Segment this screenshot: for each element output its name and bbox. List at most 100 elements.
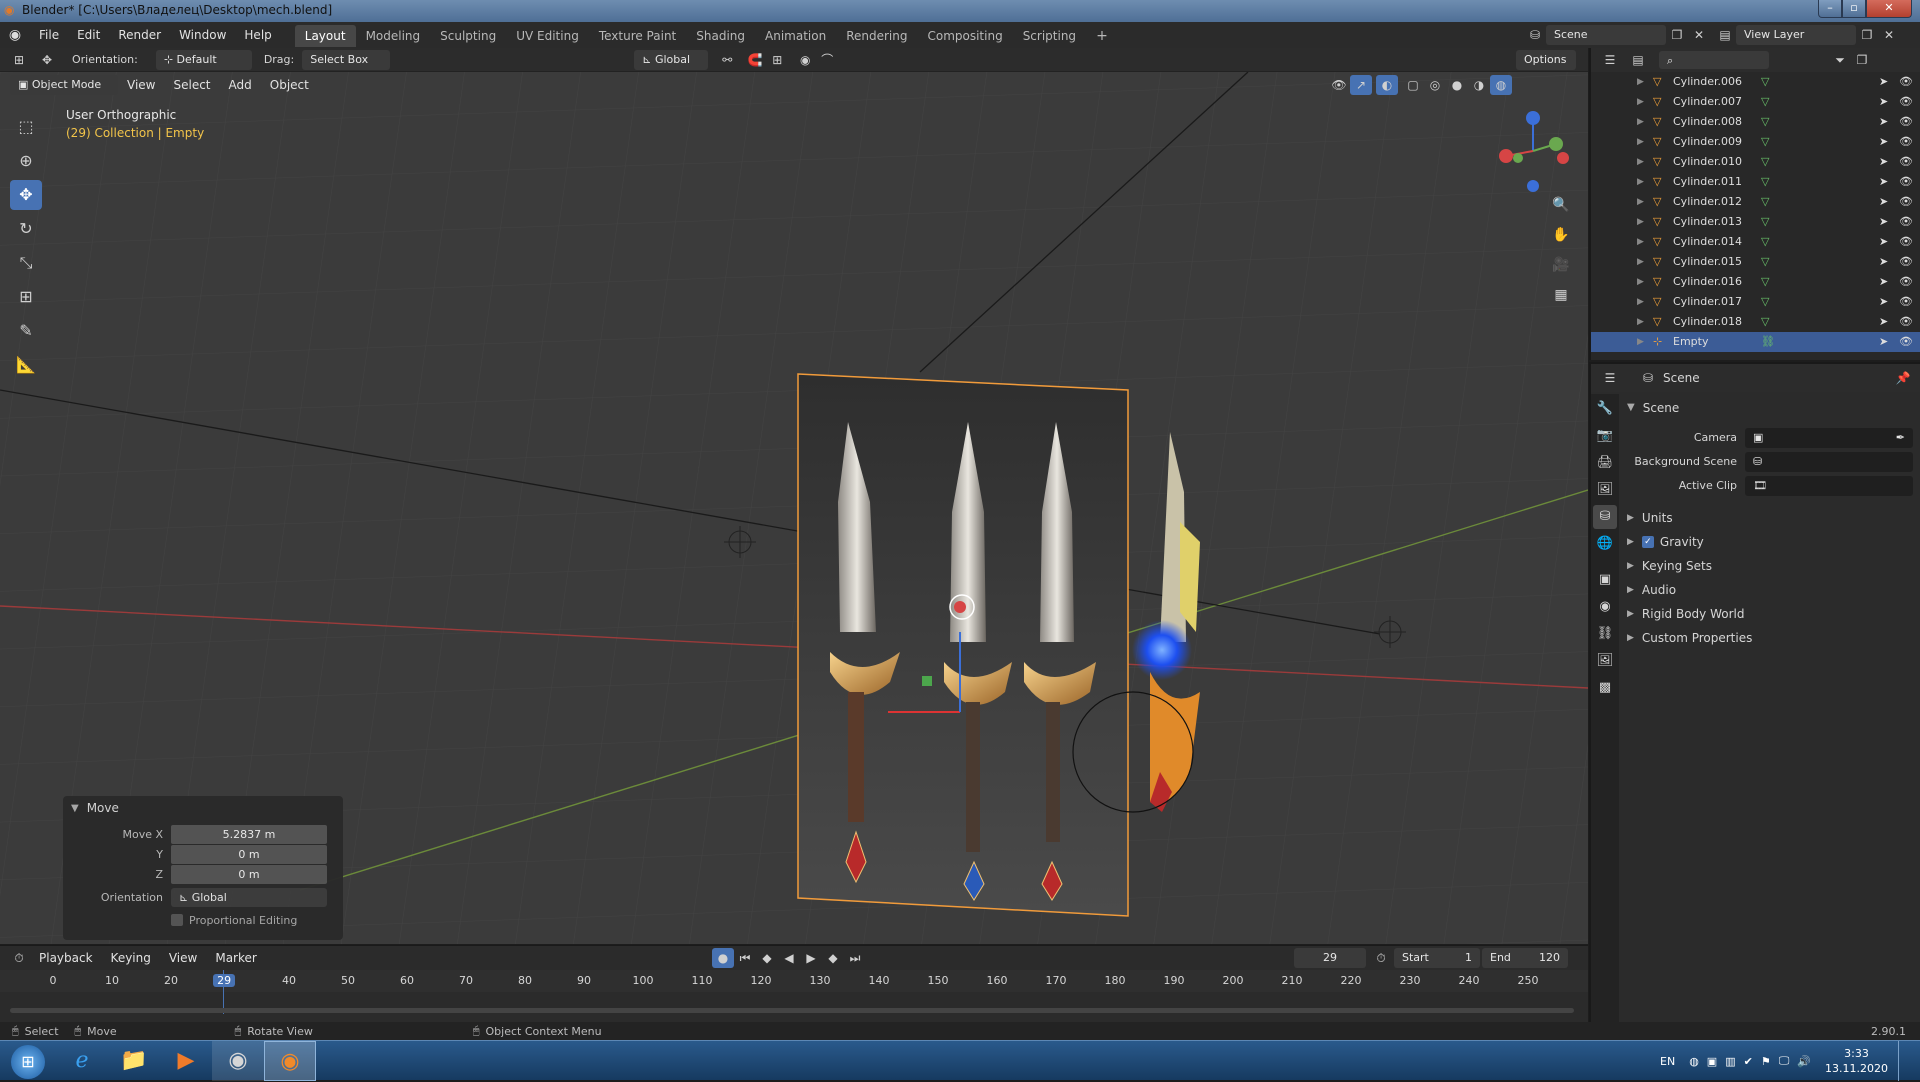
end-frame-field[interactable]: End 120: [1482, 948, 1568, 968]
selectable-toggle-icon[interactable]: ➤: [1879, 212, 1888, 232]
timeline-menu-keying[interactable]: Keying: [102, 946, 160, 970]
drag-dropdown[interactable]: Select Box: [302, 49, 391, 70]
outliner-item[interactable]: ▶ ▽ Cylinder.007 ▽ ➤ 👁: [1591, 92, 1920, 112]
render-tab-icon[interactable]: 📷: [1593, 424, 1617, 448]
show-desktop-button[interactable]: [1898, 1041, 1910, 1081]
viewport-menu-add[interactable]: Add: [220, 74, 261, 96]
timeline-editor[interactable]: ⏱ Playback Keying View Marker ● ⏮ ◆ ◀ ▶ …: [0, 945, 1588, 1023]
subpanel-units[interactable]: ▶ Units: [1627, 506, 1917, 530]
blender-menu-icon[interactable]: ◉: [0, 27, 30, 43]
delete-view-layer-icon[interactable]: ✕: [1878, 25, 1900, 45]
menu-file[interactable]: File: [30, 22, 68, 48]
tab-shading[interactable]: Shading: [686, 25, 755, 47]
outliner-item[interactable]: ▶ ▽ Cylinder.018 ▽ ➤ 👁: [1591, 312, 1920, 332]
menu-render[interactable]: Render: [109, 22, 170, 48]
visibility-eye-icon[interactable]: 👁: [1899, 332, 1913, 352]
mode-dropdown[interactable]: ▣ Object Mode: [10, 75, 118, 95]
expand-arrow-icon[interactable]: ▶: [1637, 292, 1644, 312]
tab-modeling[interactable]: Modeling: [356, 25, 431, 47]
scale-tool-icon[interactable]: ⤡: [10, 248, 42, 278]
physics-tab-icon[interactable]: ◉: [1593, 595, 1617, 619]
cursor-tool-icon[interactable]: ⊕: [10, 146, 42, 176]
selectable-toggle-icon[interactable]: ➤: [1879, 232, 1888, 252]
camera-field[interactable]: ▣ ✒: [1745, 428, 1913, 448]
timeline-menu-marker[interactable]: Marker: [206, 946, 265, 970]
selectable-toggle-icon[interactable]: ➤: [1879, 172, 1888, 192]
pivot-point-icon[interactable]: ⚯: [716, 50, 738, 70]
jump-keyframe-forward-icon[interactable]: ◆: [822, 948, 844, 968]
tray-nvidia-icon[interactable]: ▣: [1707, 1055, 1717, 1068]
visibility-eye-icon[interactable]: 👁: [1899, 132, 1913, 152]
subpanel-keying-sets[interactable]: ▶ Keying Sets: [1627, 554, 1917, 578]
outliner-item[interactable]: ▶ ▽ Cylinder.017 ▽ ➤ 👁: [1591, 292, 1920, 312]
current-frame-field[interactable]: 29: [1294, 948, 1366, 968]
output-tab-icon[interactable]: 🖨: [1593, 451, 1617, 475]
new-collection-icon[interactable]: ❐: [1851, 50, 1873, 70]
texture-tab-icon[interactable]: ▩: [1593, 676, 1617, 700]
zoom-icon[interactable]: 🔍: [1548, 192, 1574, 218]
scene-selector[interactable]: Scene: [1546, 25, 1666, 45]
blender-taskbar-icon[interactable]: ◉: [264, 1040, 316, 1081]
selectable-toggle-icon[interactable]: ➤: [1879, 112, 1888, 132]
orientation-dropdown[interactable]: ⊹ Default: [155, 49, 252, 70]
visibility-eye-icon[interactable]: 👁: [1899, 252, 1913, 272]
scene-tab-icon[interactable]: ⛁: [1593, 505, 1617, 529]
visibility-eye-icon[interactable]: 👁: [1899, 72, 1913, 92]
falloff-icon[interactable]: ⌒: [816, 50, 838, 70]
subpanel-audio[interactable]: ▶ Audio: [1627, 578, 1917, 602]
visibility-eye-icon[interactable]: 👁: [1899, 312, 1913, 332]
timeline-menu-playback[interactable]: Playback: [30, 946, 102, 970]
visibility-icon[interactable]: 👁: [1328, 75, 1350, 95]
outliner-panel[interactable]: ☰ ▤ ⌕ ⏷ ❐ ▶ ▽ Cylinder.006 ▽ ➤ 👁 ▶ ▽ Cylinder.00…: [1589, 48, 1920, 360]
timeline-scrollbar[interactable]: [10, 1008, 1574, 1013]
visibility-eye-icon[interactable]: 👁: [1899, 192, 1913, 212]
maximize-button[interactable]: ▫: [1842, 0, 1866, 18]
auto-keying-icon[interactable]: ●: [712, 948, 734, 968]
select-box-tool-icon[interactable]: ⬚: [10, 112, 42, 142]
selectable-toggle-icon[interactable]: ➤: [1879, 92, 1888, 112]
internet-explorer-icon[interactable]: ℯ: [56, 1041, 108, 1081]
timeline-editor-type-icon[interactable]: ⏱: [8, 948, 30, 968]
transform-orientation-dropdown[interactable]: ⊾ Global: [634, 49, 709, 70]
menu-edit[interactable]: Edit: [68, 22, 109, 48]
volume-icon[interactable]: 🔊: [1797, 1055, 1811, 1068]
gizmo-xy-plane[interactable]: [922, 676, 932, 686]
visibility-eye-icon[interactable]: 👁: [1899, 272, 1913, 292]
visibility-eye-icon[interactable]: 👁: [1899, 112, 1913, 132]
visibility-eye-icon[interactable]: 👁: [1899, 152, 1913, 172]
chrome-icon[interactable]: ◉: [212, 1040, 264, 1081]
snap-icon[interactable]: 🧲: [744, 50, 766, 70]
outliner-item[interactable]: ▶ ▽ Cylinder.012 ▽ ➤ 👁: [1591, 192, 1920, 212]
rendered-shading-icon[interactable]: ◍: [1490, 75, 1512, 95]
menu-help[interactable]: Help: [235, 22, 280, 48]
expand-arrow-icon[interactable]: ▶: [1637, 232, 1644, 252]
expand-arrow-icon[interactable]: ▶: [1637, 112, 1644, 132]
visibility-eye-icon[interactable]: 👁: [1899, 172, 1913, 192]
expand-arrow-icon[interactable]: ▶: [1637, 72, 1644, 92]
outliner-item[interactable]: ▶ ▽ Cylinder.015 ▽ ➤ 👁: [1591, 252, 1920, 272]
orientation-panel-dropdown[interactable]: ⊾ Global: [171, 887, 327, 907]
selectable-toggle-icon[interactable]: ➤: [1879, 312, 1888, 332]
preview-range-icon[interactable]: ⏱: [1370, 948, 1392, 968]
object-tab-icon[interactable]: ▣: [1593, 568, 1617, 592]
expand-arrow-icon[interactable]: ▶: [1637, 332, 1644, 352]
clock[interactable]: 3:33 13.11.2020: [1825, 1046, 1888, 1076]
wireframe-shading-icon[interactable]: ◎: [1424, 75, 1446, 95]
close-button[interactable]: ✕: [1866, 0, 1912, 18]
outliner-item[interactable]: ▶ ⊹ Empty ⛓ ➤ 👁: [1591, 332, 1920, 352]
visibility-eye-icon[interactable]: 👁: [1899, 92, 1913, 112]
minimize-button[interactable]: –: [1818, 0, 1842, 18]
tab-rendering[interactable]: Rendering: [836, 25, 917, 47]
delete-scene-icon[interactable]: ✕: [1688, 25, 1710, 45]
filter-icon[interactable]: ⏷: [1829, 50, 1851, 70]
subpanel-rigid-body-world[interactable]: ▶ Rigid Body World: [1627, 602, 1917, 626]
new-view-layer-icon[interactable]: ❐: [1856, 25, 1878, 45]
selectable-toggle-icon[interactable]: ➤: [1879, 272, 1888, 292]
options-dropdown[interactable]: Options: [1516, 49, 1576, 70]
selectable-toggle-icon[interactable]: ➤: [1879, 192, 1888, 212]
outliner-item[interactable]: ▶ ▽ Cylinder.010 ▽ ➤ 👁: [1591, 152, 1920, 172]
outliner-item[interactable]: ▶ ▽ Cylinder.009 ▽ ➤ 👁: [1591, 132, 1920, 152]
outliner-editor-type-icon[interactable]: ☰: [1599, 50, 1621, 70]
timeline-track-area[interactable]: [0, 970, 1588, 1016]
file-explorer-icon[interactable]: 📁: [108, 1041, 160, 1081]
